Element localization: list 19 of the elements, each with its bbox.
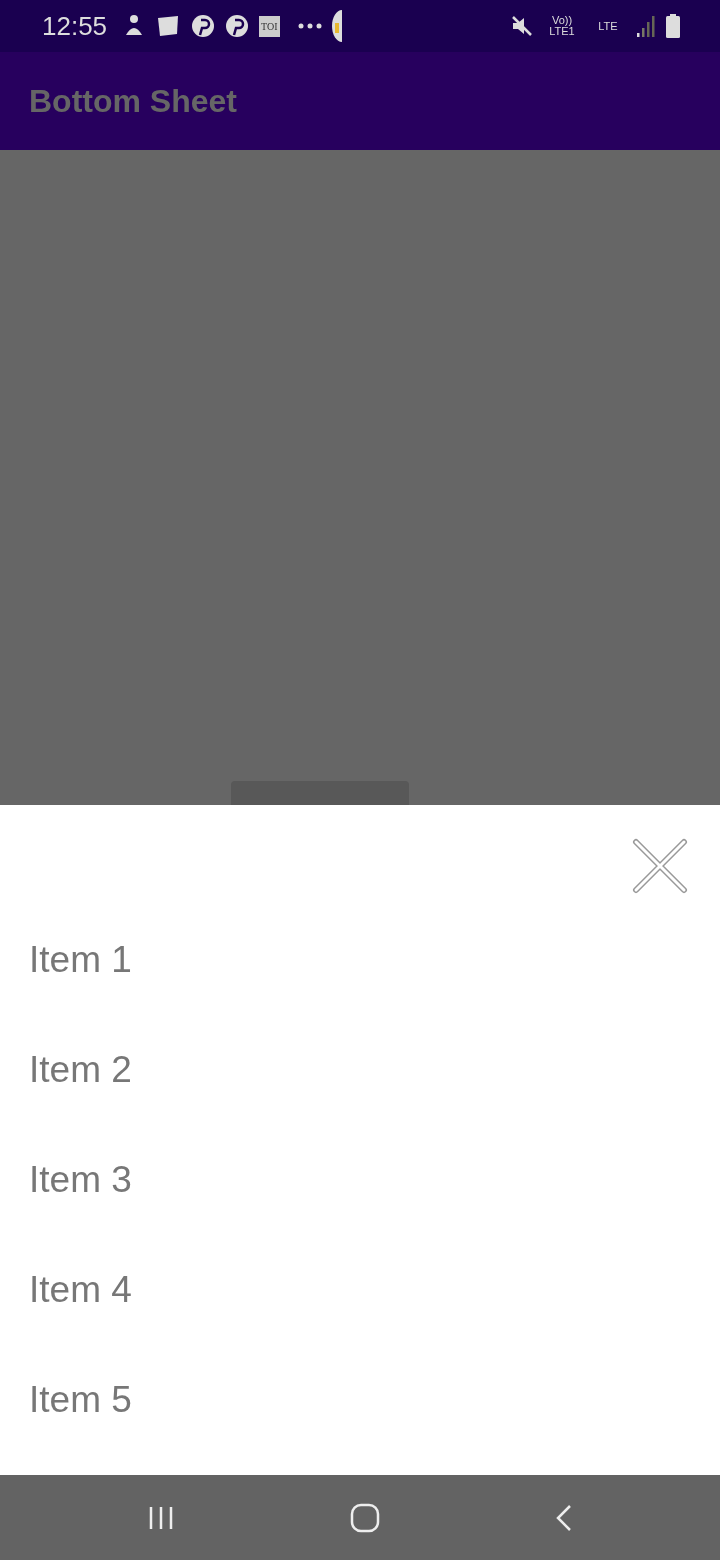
sheet-item[interactable]: Item 4 <box>0 1235 132 1345</box>
sheet-item[interactable]: Item 2 <box>0 1015 132 1125</box>
sheet-item[interactable]: Item 5 <box>0 1345 132 1455</box>
home-icon[interactable] <box>350 1502 380 1533</box>
signal-icon <box>636 15 656 37</box>
sheet-item[interactable]: Item 1 <box>0 905 132 1015</box>
sheet-item[interactable]: Item 3 <box>0 1125 132 1235</box>
pin-icon <box>225 14 250 38</box>
app-title: Bottom Sheet <box>29 82 237 120</box>
mute-icon <box>510 14 534 38</box>
pin-icon <box>191 14 216 38</box>
network-label: Vo)) LTE1 <box>548 15 576 37</box>
news-badge: TOI <box>259 15 280 37</box>
battery-icon <box>666 14 680 38</box>
data-label: LTE <box>597 20 619 32</box>
more-icon <box>297 22 322 30</box>
back-icon[interactable] <box>554 1503 573 1532</box>
status-time: 12:55 <box>42 10 108 42</box>
close-icon[interactable] <box>632 838 688 894</box>
